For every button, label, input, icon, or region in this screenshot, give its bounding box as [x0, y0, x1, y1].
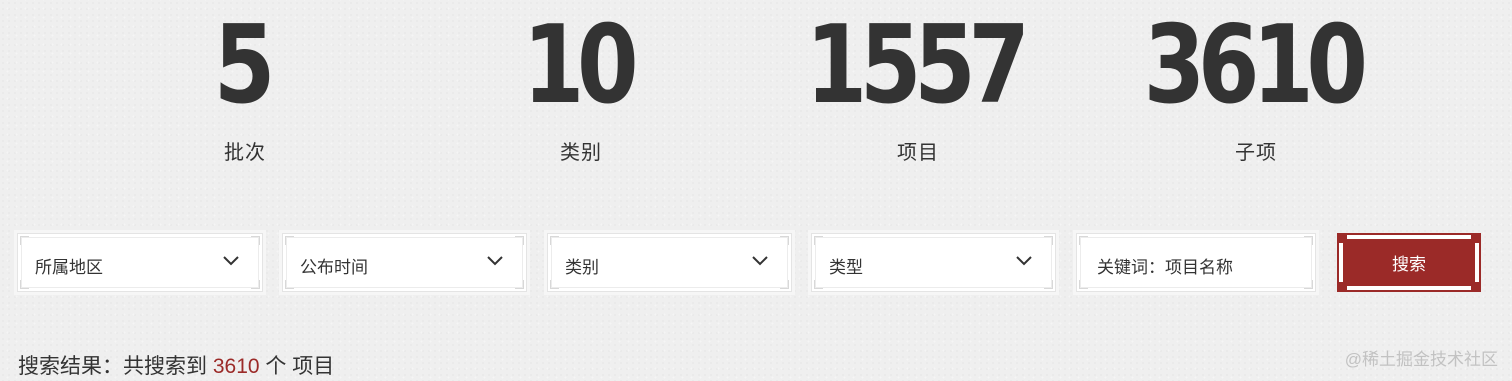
frame-corner	[1044, 236, 1053, 245]
frame-corner	[515, 280, 524, 289]
frame-corner	[251, 280, 260, 289]
stat-label: 项目	[897, 142, 939, 164]
stat-value: 3610	[1143, 3, 1368, 128]
chevron-down-icon	[223, 256, 239, 266]
frame-corner	[1079, 236, 1088, 245]
keyword-placeholder: 关键词：项目名称	[1097, 258, 1233, 277]
stat-label: 子项	[1235, 142, 1277, 164]
stat-subitems: 3610 子项	[1106, 8, 1406, 165]
watermark: @稀土掘金技术社区	[1344, 350, 1498, 369]
type-select-value: 类型	[829, 258, 863, 277]
frame-corner	[550, 236, 559, 245]
frame-corner	[20, 280, 29, 289]
result-prefix: 搜索结果：共搜索到	[18, 355, 213, 378]
result-suffix: 个 项目	[259, 355, 335, 378]
search-button-label: 搜索	[1343, 239, 1475, 286]
frame-corner	[1044, 280, 1053, 289]
result-count: 3610	[212, 355, 260, 378]
frame-corner	[285, 236, 294, 245]
stats-panel: 5 批次 10 类别 1557 项目 3610 子项	[0, 0, 1512, 190]
frame-corner	[780, 236, 789, 245]
frame-corner	[1079, 280, 1088, 289]
chevron-down-icon	[1016, 256, 1032, 266]
frame-corner	[515, 236, 524, 245]
frame-corner	[285, 280, 294, 289]
frame-corner	[550, 280, 559, 289]
chevron-down-icon	[487, 256, 503, 266]
chevron-down-icon	[752, 256, 768, 266]
stat-value: 10	[523, 3, 639, 128]
category-select[interactable]: 类别	[544, 230, 795, 295]
publish-time-select[interactable]: 公布时间	[279, 230, 530, 295]
frame-corner	[20, 236, 29, 245]
frame-corner	[814, 236, 823, 245]
stat-projects: 1557 项目	[768, 8, 1068, 165]
search-result-summary: 搜索结果：共搜索到 3610 个 项目	[18, 350, 334, 380]
stat-value: 5	[214, 3, 276, 128]
stat-label: 批次	[224, 142, 266, 164]
category-select-value: 类别	[565, 258, 599, 277]
keyword-search-input[interactable]: 关键词：项目名称	[1073, 230, 1319, 295]
region-select[interactable]: 所属地区	[14, 230, 266, 295]
type-select[interactable]: 类型	[808, 230, 1059, 295]
frame-corner	[814, 280, 823, 289]
frame-corner	[1304, 280, 1313, 289]
stat-value: 1557	[805, 3, 1030, 128]
publish-time-select-value: 公布时间	[300, 258, 368, 277]
frame-corner	[780, 280, 789, 289]
stat-batches: 5 批次	[95, 8, 395, 165]
search-button[interactable]: 搜索	[1337, 233, 1481, 292]
frame-corner	[251, 236, 260, 245]
stat-categories: 10 类别	[431, 8, 731, 165]
stat-label: 类别	[560, 142, 602, 164]
frame-corner	[1304, 236, 1313, 245]
region-select-value: 所属地区	[35, 258, 103, 277]
